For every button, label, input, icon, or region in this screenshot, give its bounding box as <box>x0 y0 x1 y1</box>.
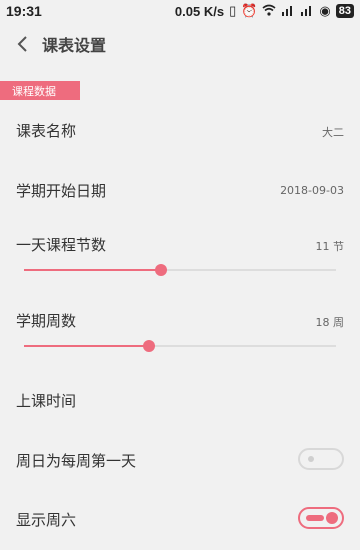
class-time-row[interactable]: 上课时间 <box>0 384 360 420</box>
slider-thumb[interactable] <box>155 264 168 276</box>
schedule-name-value: 大二 <box>322 126 344 139</box>
network-speed: 0.05 K/s <box>174 3 225 19</box>
sync-icon: ◉ <box>319 3 331 18</box>
term-weeks-label: 学期周数 <box>16 312 77 330</box>
status-icons: 0.05 K/s ▯ ⏰ ◉ 83 <box>175 3 354 19</box>
show-saturday-label: 显示周六 <box>16 511 77 529</box>
term-start-date-value: 2018-09-03 <box>280 184 344 197</box>
term-weeks-slider[interactable] <box>24 339 336 353</box>
app-bar: 课表设置 <box>0 22 360 66</box>
status-time: 19:31 <box>6 3 42 19</box>
term-weeks-value: 18 周 <box>315 316 345 329</box>
battery-icon: 83 <box>335 4 354 18</box>
toggle-knob <box>326 512 338 524</box>
lessons-per-day-value: 11 节 <box>315 240 345 253</box>
schedule-name-label: 课表名称 <box>16 122 77 140</box>
signal-icon-2 <box>300 4 314 19</box>
lessons-per-day-slider[interactable] <box>24 263 336 277</box>
toggle-knob <box>308 456 314 462</box>
vibrate-icon: ▯ <box>229 3 237 18</box>
sunday-first-label: 周日为每周第一天 <box>16 452 137 470</box>
term-weeks-row: 学期周数 18 周 <box>0 304 360 360</box>
show-saturday-row: 显示周六 <box>0 503 360 539</box>
term-start-date-label: 学期开始日期 <box>16 182 107 200</box>
lessons-per-day-label: 一天课程节数 <box>16 236 107 254</box>
sunday-first-toggle[interactable] <box>298 448 344 470</box>
signal-icon <box>281 4 295 19</box>
lessons-per-day-row: 一天课程节数 11 节 <box>0 228 360 284</box>
slider-thumb[interactable] <box>142 340 155 352</box>
sunday-first-row: 周日为每周第一天 <box>0 444 360 480</box>
toggle-bar <box>306 515 324 521</box>
class-time-label: 上课时间 <box>16 392 77 410</box>
status-bar: 19:31 0.05 K/s ▯ ⏰ ◉ 83 <box>0 0 360 22</box>
alarm-icon: ⏰ <box>241 3 258 18</box>
slider-fill <box>24 345 149 347</box>
back-arrow-icon[interactable] <box>12 34 32 54</box>
section-tag: 课程数据 <box>0 81 80 100</box>
term-start-date-row[interactable]: 学期开始日期 2018-09-03 <box>0 172 360 208</box>
show-saturday-toggle[interactable] <box>298 507 344 529</box>
slider-fill <box>24 269 162 271</box>
schedule-name-row[interactable]: 课表名称 大二 <box>0 112 360 148</box>
page-title: 课表设置 <box>42 36 107 55</box>
wifi-icon <box>262 4 276 19</box>
